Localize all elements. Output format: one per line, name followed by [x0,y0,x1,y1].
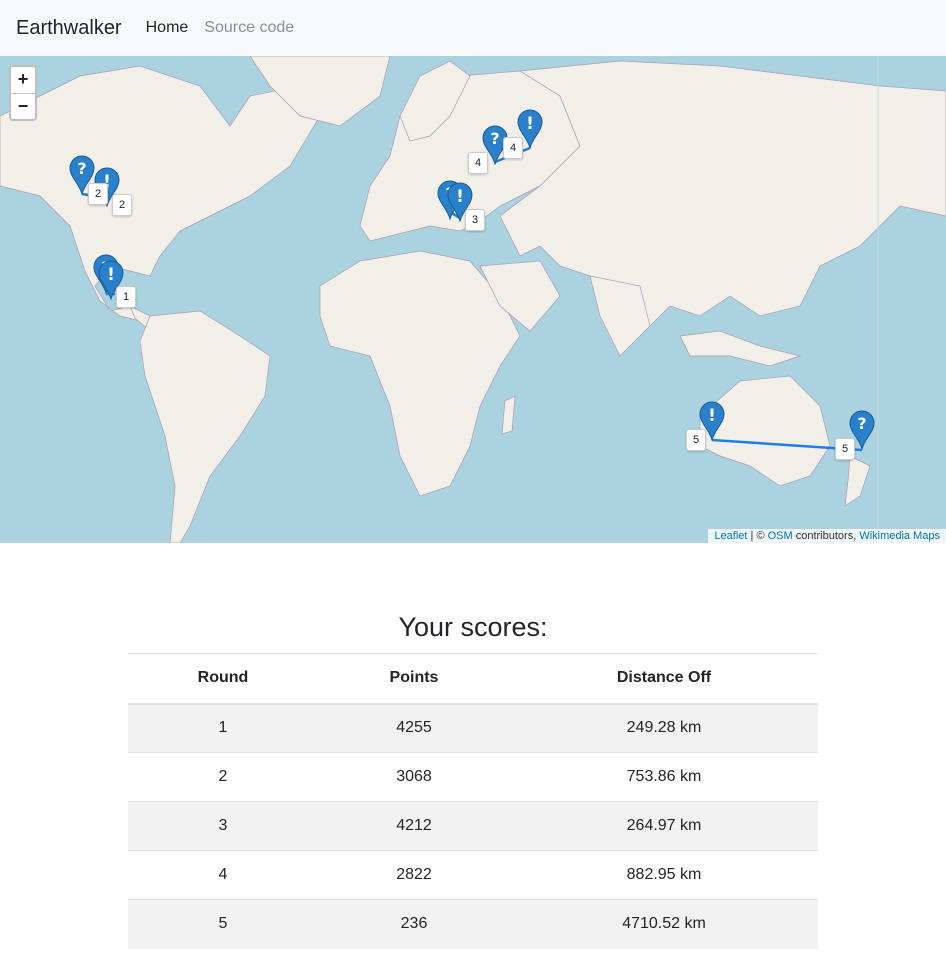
zoom-out-button[interactable]: − [11,93,35,119]
brand-link[interactable]: Earthwalker [16,17,122,40]
cell-round: 2 [128,752,318,802]
table-row: 1 4255 249.28 km [128,703,818,753]
cell-distance: 882.95 km [510,850,818,900]
round-label-2b: 2 [112,194,132,216]
scores-table: Round Points Distance Off 1 4255 249.28 … [128,653,818,949]
cell-points: 3068 [318,752,510,802]
svg-text:!: ! [708,406,716,426]
wikimedia-link[interactable]: Wikimedia Maps [859,530,940,542]
header-points: Points [318,653,510,705]
table-row: 4 2822 882.95 km [128,850,818,900]
round-label-4b: 4 [503,137,523,159]
attribution-contributors: contributors, [792,530,860,542]
header-round: Round [128,653,318,705]
cell-points: 4212 [318,801,510,851]
svg-text:?: ? [857,414,866,433]
leaflet-link[interactable]: Leaflet [714,530,747,542]
map-attribution: Leaflet | © OSM contributors, Wikimedia … [708,529,946,543]
svg-text:!: ! [526,114,534,134]
cell-distance: 264.97 km [510,801,818,851]
nav-source-code[interactable]: Source code [204,19,294,37]
round-label-3: 3 [465,209,485,231]
round-label-2a: 2 [88,183,108,205]
svg-text:?: ? [77,159,86,178]
attribution-separator: | © [747,530,768,542]
cell-round: 5 [128,899,318,949]
cell-distance: 4710.52 km [510,899,818,949]
round-label-5b: 5 [835,438,855,460]
zoom-control: + − [9,65,37,121]
svg-text:!: ! [456,187,464,207]
round-label-5a: 5 [686,429,706,451]
cell-distance: 249.28 km [510,703,818,753]
round-label-1: 1 [116,286,136,308]
round-label-4a: 4 [468,152,488,174]
cell-round: 1 [128,703,318,753]
table-row: 3 4212 264.97 km [128,801,818,851]
results-map[interactable]: ? ! ? ! ? ! ? ! ! ? 2 2 1 3 4 4 5 5 [0,56,946,543]
cell-distance: 753.86 km [510,752,818,802]
cell-round: 3 [128,801,318,851]
scores-header-row: Round Points Distance Off [128,653,818,705]
zoom-in-button[interactable]: + [11,67,35,93]
cell-points: 4255 [318,703,510,753]
svg-text:!: ! [107,265,115,285]
world-map-tiles [0,56,946,543]
cell-points: 2822 [318,850,510,900]
cell-points: 236 [318,899,510,949]
table-row: 5 236 4710.52 km [128,899,818,949]
nav-home[interactable]: Home [146,19,189,37]
osm-link[interactable]: OSM [768,530,793,542]
svg-text:?: ? [490,129,499,148]
scores-title: Your scores: [398,612,548,642]
cell-round: 4 [128,850,318,900]
header-distance: Distance Off [510,653,818,705]
navbar: Earthwalker Home Source code [0,0,946,56]
table-row: 2 3068 753.86 km [128,752,818,802]
